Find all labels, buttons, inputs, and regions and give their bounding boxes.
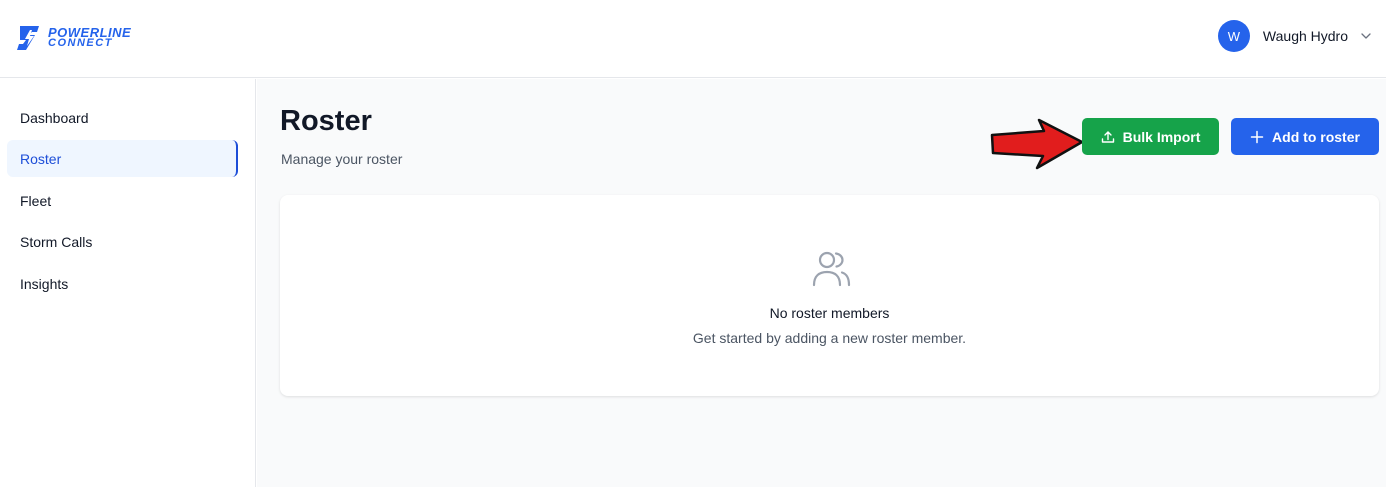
roster-empty-state-card: No roster members Get started by adding … <box>280 195 1379 396</box>
bulk-import-button[interactable]: Bulk Import <box>1082 118 1219 155</box>
page-title: Roster <box>280 105 372 137</box>
user-menu[interactable]: W Waugh Hydro <box>1217 20 1372 52</box>
chevron-down-icon <box>1361 33 1371 39</box>
sidebar-item-fleet[interactable]: Fleet <box>7 182 238 219</box>
top-bar: POWERLINE CONNECT W Waugh Hydro <box>0 0 1386 78</box>
sidebar-item-roster[interactable]: Roster <box>7 140 238 177</box>
main-content: Roster Manage your roster Bulk Import Ad… <box>257 79 1386 487</box>
upload-icon <box>1101 130 1114 143</box>
powerline-logo-icon <box>17 26 39 50</box>
brand-wordmark: POWERLINE CONNECT <box>48 26 131 49</box>
add-to-roster-button[interactable]: Add to roster <box>1231 118 1379 155</box>
sidebar-item-storm-calls[interactable]: Storm Calls <box>7 223 238 260</box>
red-arrow-icon <box>990 118 1084 170</box>
sidebar: Dashboard Roster Fleet Storm Calls Insig… <box>0 79 256 487</box>
bulk-import-label: Bulk Import <box>1122 128 1201 145</box>
brand-logo[interactable]: POWERLINE CONNECT <box>14 23 131 53</box>
empty-state-description: Get started by adding a new roster membe… <box>692 330 967 346</box>
empty-state-title: No roster members <box>769 305 890 321</box>
sidebar-item-dashboard[interactable]: Dashboard <box>7 99 238 136</box>
sidebar-item-insights[interactable]: Insights <box>7 265 238 302</box>
avatar: W <box>1217 20 1250 52</box>
users-icon <box>812 251 851 287</box>
plus-icon <box>1250 130 1264 143</box>
user-name: Waugh Hydro <box>1262 28 1348 44</box>
page-subtitle: Manage your roster <box>281 151 403 167</box>
add-to-roster-label: Add to roster <box>1272 128 1360 145</box>
